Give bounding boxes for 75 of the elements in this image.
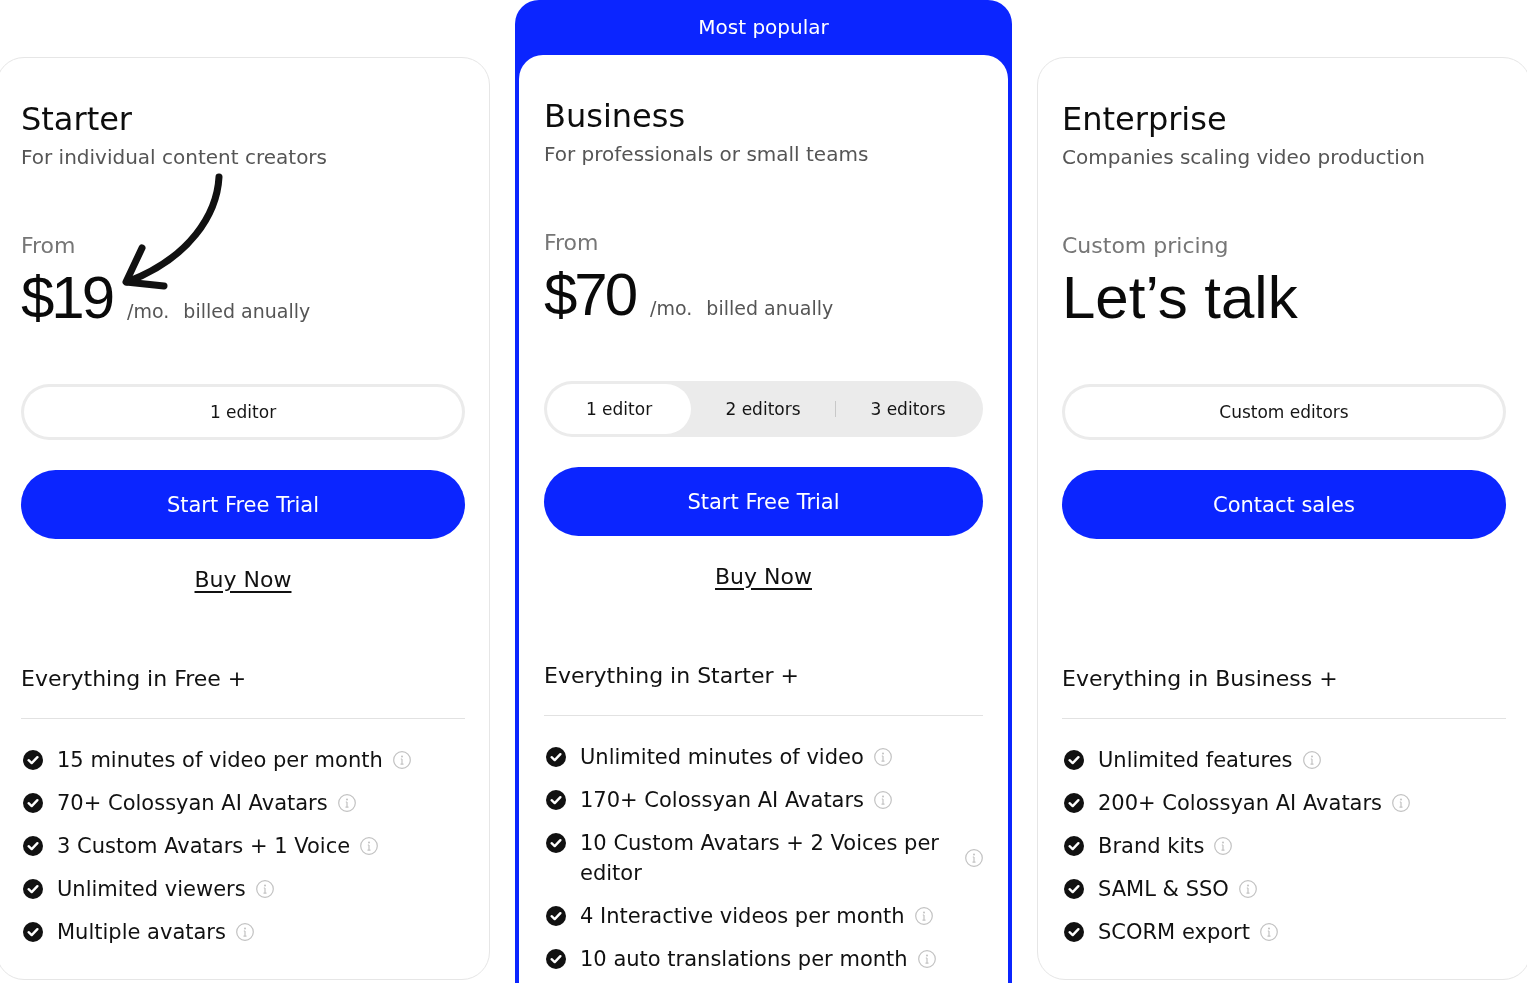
check-icon xyxy=(1064,750,1084,770)
editor-option[interactable]: Custom editors xyxy=(1065,387,1503,437)
features-heading: Everything in Business + xyxy=(1062,666,1338,692)
feature-text: 4 Interactive videos per month xyxy=(580,903,905,930)
check-icon xyxy=(23,879,43,899)
plan-tagline: For individual content creators xyxy=(21,145,327,169)
price-amount: $19 xyxy=(21,268,113,328)
plan-tagline: Companies scaling video production xyxy=(1062,145,1425,169)
price-label: From xyxy=(21,233,76,259)
info-icon[interactable] xyxy=(1392,794,1411,812)
editor-option[interactable]: 1 editor xyxy=(547,384,691,434)
features-heading: Everything in Free + xyxy=(21,666,247,692)
plan-title: Business xyxy=(544,96,686,136)
feature-text: Unlimited minutes of video xyxy=(580,744,864,771)
price-amount: $70 xyxy=(544,265,636,325)
check-icon xyxy=(23,922,43,942)
buy-now-link[interactable]: Buy Now xyxy=(715,564,812,590)
editor-option[interactable]: 1 editor xyxy=(24,387,462,437)
feature-text: 170+ Colossyan AI Avatars xyxy=(580,787,865,814)
feature-text: 70+ Colossyan AI Avatars xyxy=(57,790,328,817)
plan-title: Enterprise xyxy=(1062,99,1227,139)
info-icon[interactable] xyxy=(337,794,356,812)
check-icon xyxy=(1064,879,1084,899)
feature-text: SAML & SSO xyxy=(1098,876,1229,903)
check-icon xyxy=(1064,793,1084,813)
billing-note: billed anually xyxy=(706,297,834,319)
editor-option[interactable]: 2 editors xyxy=(691,384,835,434)
price-period: /mo. xyxy=(127,300,170,322)
check-icon xyxy=(546,790,566,810)
features-heading: Everything in Starter + xyxy=(544,663,799,689)
billing-note: billed anually xyxy=(183,300,311,322)
check-icon xyxy=(23,836,43,856)
check-icon xyxy=(546,833,566,853)
price-period: /mo. xyxy=(650,297,693,319)
feature-text: 10 auto translations per month xyxy=(580,946,908,973)
feature-text: 15 minutes of video per month xyxy=(57,747,383,774)
feature-text: 3 Custom Avatars + 1 Voice xyxy=(57,833,351,860)
info-icon[interactable] xyxy=(255,880,274,898)
check-icon xyxy=(546,906,566,926)
buy-now-link[interactable]: Buy Now xyxy=(194,567,292,593)
cta-button[interactable]: Contact sales xyxy=(1062,470,1506,539)
check-icon xyxy=(23,750,43,770)
popular-label: Most popular xyxy=(697,14,830,41)
info-icon[interactable] xyxy=(1302,751,1321,769)
check-icon xyxy=(546,747,566,767)
cta-button[interactable]: Start Free Trial xyxy=(21,470,465,539)
info-icon[interactable] xyxy=(235,923,254,941)
info-icon[interactable] xyxy=(914,907,933,925)
check-icon xyxy=(546,949,566,969)
check-icon xyxy=(23,793,43,813)
cta-button[interactable]: Start Free Trial xyxy=(544,467,983,536)
info-icon[interactable] xyxy=(1214,837,1233,855)
feature-text: 10 Custom Avatars + 2 Voices per editor xyxy=(580,830,940,887)
info-icon[interactable] xyxy=(392,751,411,769)
info-icon[interactable] xyxy=(1238,880,1257,898)
price-label: From xyxy=(544,230,599,256)
feature-text: SCORM export xyxy=(1098,919,1250,946)
feature-text: Multiple avatars xyxy=(57,919,226,946)
info-icon[interactable] xyxy=(360,837,379,855)
feature-text: Brand kits xyxy=(1098,833,1205,860)
info-icon[interactable] xyxy=(1259,923,1278,941)
plan-title: Starter xyxy=(21,99,132,139)
feature-text: 200+ Colossyan AI Avatars xyxy=(1098,790,1383,817)
plan-tagline: For professionals or small teams xyxy=(544,142,869,166)
check-icon xyxy=(1064,922,1084,942)
check-icon xyxy=(1064,836,1084,856)
info-icon[interactable] xyxy=(873,748,892,766)
info-icon[interactable] xyxy=(874,791,893,809)
feature-text: Unlimited viewers xyxy=(57,876,246,903)
info-icon[interactable] xyxy=(965,849,983,867)
info-icon[interactable] xyxy=(917,950,936,968)
editor-option[interactable]: 3 editors xyxy=(836,384,980,434)
price-label: Custom pricing xyxy=(1062,233,1229,259)
feature-text: Unlimited features xyxy=(1098,747,1293,774)
price-amount: Let’s talk xyxy=(1062,268,1298,328)
